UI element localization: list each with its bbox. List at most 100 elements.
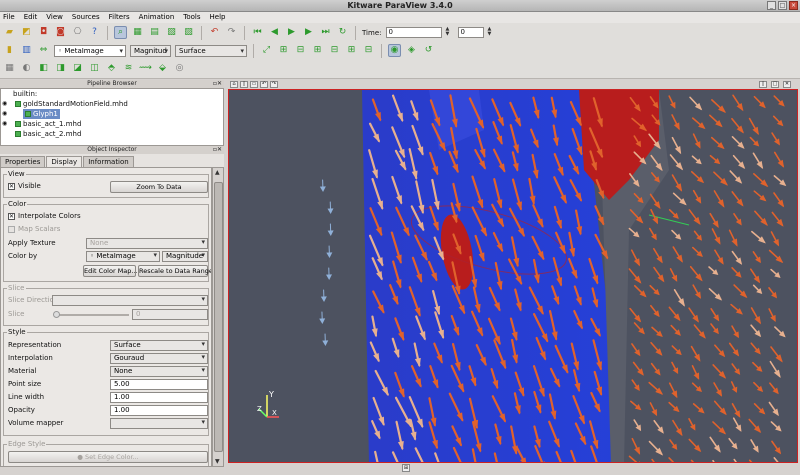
view-plus-y-icon[interactable]: ⊞ [311, 44, 324, 57]
close-button[interactable]: × [789, 1, 798, 10]
render-view-3d[interactable]: Y Z X [228, 89, 798, 463]
representation-select[interactable]: Surface [110, 340, 208, 351]
eye-icon[interactable]: ◉ [2, 99, 7, 109]
slice-icon[interactable]: ◨ [54, 62, 67, 75]
tab-display[interactable]: Display [46, 156, 83, 167]
view-split-vertical-icon[interactable]: ▭ [250, 81, 258, 88]
maximize-button[interactable]: □ [778, 1, 787, 10]
zoom-to-data-button[interactable]: Zoom To Data [110, 181, 208, 193]
dock-float-close-icon[interactable]: ▫✕ [213, 146, 222, 154]
pipeline-item-builtin[interactable]: builtin: [1, 89, 223, 99]
glyph-icon[interactable]: ⬘ [105, 62, 118, 75]
view-undo-camera-icon[interactable]: ↶ [260, 81, 268, 88]
contour-icon[interactable]: ◐ [20, 62, 33, 75]
loop-icon[interactable]: ↻ [336, 26, 349, 39]
pipeline-item-goldstandard[interactable]: ◉ goldStandardMotionField.mhd [1, 99, 223, 109]
interpolation-select[interactable]: Gouraud [110, 353, 208, 364]
color-array-select[interactable]: ◦ MetaImage [54, 44, 126, 57]
save-data-icon[interactable]: ◘ [37, 26, 50, 39]
save-state-icon[interactable]: ◙ [54, 26, 67, 39]
minimize-button[interactable]: _ [767, 1, 776, 10]
rescale-to-data-range-button[interactable]: Rescale to Data Range [138, 265, 211, 277]
color-by-select[interactable]: ◦ MetaImage [86, 251, 160, 262]
last-frame-icon[interactable]: ⏭ [319, 26, 332, 39]
view-resize-handle[interactable]: ⊞ [402, 464, 410, 472]
reset-center-icon[interactable]: ↺ [422, 44, 435, 57]
representation-select[interactable]: Surface [175, 44, 247, 57]
select-points-icon[interactable]: ▤ [148, 26, 161, 39]
warp-vector-icon[interactable]: ⟿ [139, 62, 152, 75]
menu-filters[interactable]: Filters [109, 12, 130, 23]
scroll-up-icon[interactable]: ▲ [215, 169, 220, 176]
view-camera-icon[interactable]: ⌂ [230, 81, 238, 88]
color-by-component-select[interactable]: Magnitude [162, 251, 208, 262]
time-input[interactable]: 0 [385, 27, 442, 38]
menu-tools[interactable]: Tools [183, 12, 200, 23]
select-cells-icon[interactable]: ▦ [131, 26, 144, 39]
view-minus-y-icon[interactable]: ⊟ [328, 44, 341, 57]
calculator-icon[interactable]: ▦ [3, 62, 16, 75]
connect-icon[interactable]: ⎔ [71, 26, 84, 39]
open-file-icon[interactable]: ◩ [20, 26, 33, 39]
inspector-scrollbar[interactable]: ▲ ▼ [212, 167, 224, 467]
pipeline-item-basic-act-2[interactable]: basic_act_2.mhd [1, 129, 223, 139]
scrollbar-thumb[interactable] [214, 182, 223, 452]
pick-center-icon[interactable]: ◈ [405, 44, 418, 57]
select-block-icon[interactable]: ▨ [182, 26, 195, 39]
set-edge-color-button[interactable]: ● Set Edge Color... [8, 451, 208, 463]
line-width-input[interactable]: 1.00 [110, 392, 208, 403]
open-folder-icon[interactable]: ▰ [3, 26, 16, 39]
slice-slider-handle[interactable] [53, 311, 60, 318]
scroll-down-icon[interactable]: ▼ [215, 458, 220, 465]
time-spin-buttons[interactable]: ▲ ▼ [446, 27, 454, 38]
interact-mode-icon[interactable]: ⌕ [114, 26, 127, 39]
eye-icon[interactable]: ◉ [2, 119, 7, 129]
menu-edit[interactable]: Edit [24, 12, 38, 23]
select-frustum-icon[interactable]: ▧ [165, 26, 178, 39]
interpolate-colors-checkbox[interactable]: ✕ [8, 213, 15, 220]
view-minus-x-icon[interactable]: ⊟ [294, 44, 307, 57]
pipeline-item-basic-act-1[interactable]: ◉ basic_act_1.mhd [1, 119, 223, 129]
glyph-scene[interactable]: Y Z X [229, 90, 798, 463]
view-split-h-icon[interactable]: ▯ [759, 81, 767, 88]
opacity-input[interactable]: 1.00 [110, 405, 208, 416]
volume-mapper-select[interactable] [110, 418, 208, 429]
menu-file[interactable]: File [3, 12, 15, 23]
menu-help[interactable]: Help [210, 12, 226, 23]
menu-sources[interactable]: Sources [72, 12, 100, 23]
time-index-spin-buttons[interactable]: ▲ ▼ [488, 27, 496, 38]
tab-information[interactable]: Information [83, 156, 134, 167]
rescale-icon[interactable]: ⇔ [37, 44, 50, 57]
view-redo-camera-icon[interactable]: ↷ [270, 81, 278, 88]
tab-properties[interactable]: Properties [0, 156, 46, 167]
group-datasets-icon[interactable]: ⬙ [156, 62, 169, 75]
menu-view[interactable]: View [46, 12, 63, 23]
center-axes-icon[interactable]: ◉ [388, 44, 401, 57]
threshold-icon[interactable]: ◪ [71, 62, 84, 75]
extract-subset-icon[interactable]: ◫ [88, 62, 101, 75]
component-select[interactable]: Magnitud [130, 44, 171, 57]
view-close-icon[interactable]: ✕ [783, 81, 791, 88]
undo-icon[interactable]: ↶ [208, 26, 221, 39]
view-split-horizontal-icon[interactable]: ▯ [240, 81, 248, 88]
clip-icon[interactable]: ◧ [37, 62, 50, 75]
view-minus-z-icon[interactable]: ⊟ [362, 44, 375, 57]
color-map-icon[interactable]: ▮ [3, 44, 16, 57]
point-size-input[interactable]: 5.00 [110, 379, 208, 390]
slice-direction-select[interactable] [52, 295, 208, 306]
apply-texture-select[interactable]: None [86, 238, 208, 249]
map-scalars-checkbox[interactable] [8, 226, 15, 233]
visible-checkbox[interactable]: ✕ [8, 183, 15, 190]
pipeline-item-glyph1[interactable]: ◉ Glyph1 [1, 109, 223, 119]
time-index-input[interactable]: 0 [457, 27, 484, 38]
reset-camera-icon[interactable]: ⤢ [260, 44, 273, 57]
extract-level-icon[interactable]: ◎ [173, 62, 186, 75]
first-frame-icon[interactable]: ⏮ [251, 26, 264, 39]
dock-float-close-icon[interactable]: ▫✕ [213, 80, 222, 88]
previous-frame-icon[interactable]: ◀ [268, 26, 281, 39]
redo-icon[interactable]: ↷ [225, 26, 238, 39]
play-icon[interactable]: ▶ [285, 26, 298, 39]
view-maximize-icon[interactable]: □ [771, 81, 779, 88]
slice-slider[interactable] [54, 314, 129, 316]
material-select[interactable]: None [110, 366, 208, 377]
